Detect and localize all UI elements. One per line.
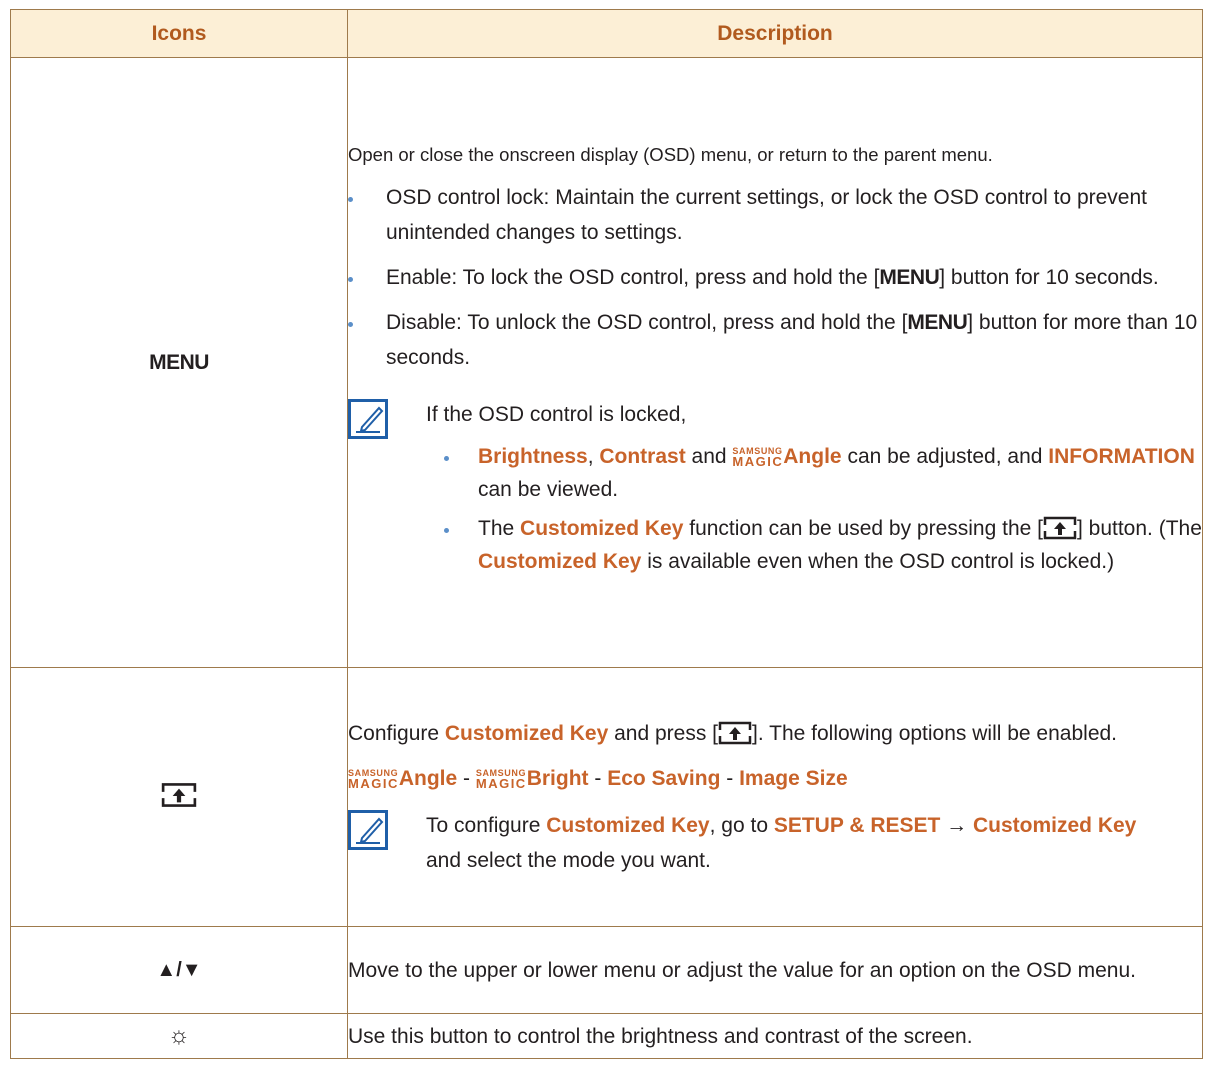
- samsung-magic-logo: SAMSUNG MAGIC: [475, 768, 527, 791]
- customized-intro: Configure Customized Key and press []. T…: [348, 721, 1118, 745]
- icon-cell-brightness: ☼: [10, 1013, 348, 1059]
- note-pencil-icon: [348, 810, 388, 850]
- up-down-text: Move to the upper or lower menu or adjus…: [348, 958, 1136, 982]
- table-row-customized-key: Configure Customized Key and press []. T…: [10, 667, 1203, 927]
- note-configure: To configure Customized Key, go to SETUP…: [348, 808, 1202, 878]
- description-cell-customized-key: Configure Customized Key and press []. T…: [347, 667, 1203, 927]
- list-item: OSD control lock: Maintain the current s…: [348, 180, 1202, 250]
- note-intro: If the OSD control is locked,: [426, 403, 687, 426]
- icons-description-table: Icons Description MENU Open or close the…: [10, 9, 1203, 1059]
- arrow-right-icon: →: [940, 814, 973, 837]
- samsung-magic-logo: SAMSUNG MAGIC: [348, 768, 399, 791]
- description-cell-menu: Open or close the onscreen display (OSD)…: [347, 57, 1203, 668]
- menu-label: MENU: [149, 350, 209, 374]
- icon-cell-menu: MENU: [10, 57, 348, 668]
- menu-bullet-list: OSD control lock: Maintain the current s…: [348, 180, 1202, 375]
- samsung-magic-logo: SAMSUNG MAGIC: [732, 446, 784, 469]
- customized-options: SAMSUNG MAGIC Angle - SAMSUNG MAGIC Bright -…: [348, 767, 848, 791]
- list-item: Disable: To unlock the OSD control, pres…: [348, 305, 1202, 375]
- table-row-up-down: ▲/▼ Move to the upper or lower menu or a…: [10, 926, 1203, 1014]
- customized-key-icon: [1043, 516, 1077, 540]
- note-locked: If the OSD control is locked, Brightness…: [348, 397, 1202, 578]
- icon-cell-up-down: ▲/▼: [10, 926, 348, 1014]
- list-item: Brightness, Contrast and SAMSUNG MAGIC Ang…: [444, 440, 1202, 506]
- up-down-arrows-icon: ▲/▼: [156, 958, 202, 981]
- note-configure-text: To configure Customized Key, go to SETUP…: [426, 814, 1137, 872]
- note-sub-list: Brightness, Contrast and SAMSUNG MAGIC Ang…: [444, 440, 1202, 578]
- brightness-text: Use this button to control the brightnes…: [348, 1024, 973, 1048]
- menu-intro: Open or close the onscreen display (OSD)…: [348, 144, 993, 165]
- table-row-menu: MENU Open or close the onscreen display …: [10, 57, 1203, 668]
- menu-key-label: MENU: [907, 311, 968, 334]
- icon-cell-customized-key: [10, 667, 348, 927]
- customized-key-icon: [718, 721, 752, 745]
- description-cell-brightness: Use this button to control the brightnes…: [347, 1013, 1203, 1059]
- note-pencil-icon: [348, 399, 388, 439]
- customized-key-icon: [161, 782, 197, 807]
- list-item: Enable: To lock the OSD control, press a…: [348, 260, 1202, 295]
- header-icons: Icons: [10, 9, 348, 58]
- table-header-row: Icons Description: [10, 9, 1203, 58]
- menu-key-label: MENU: [879, 266, 940, 289]
- description-cell-up-down: Move to the upper or lower menu or adjus…: [347, 926, 1203, 1014]
- table-row-brightness: ☼ Use this button to control the brightn…: [10, 1013, 1203, 1059]
- header-description: Description: [347, 9, 1203, 58]
- list-item: The Customized Key function can be used …: [444, 512, 1202, 578]
- sun-icon: ☼: [168, 1022, 190, 1049]
